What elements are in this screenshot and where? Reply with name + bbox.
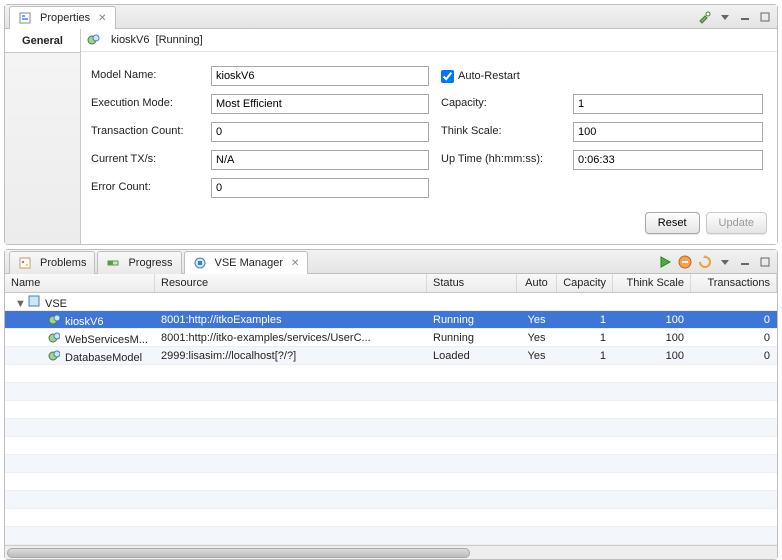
model-row-icon — [47, 330, 61, 344]
header-model-name: kioskV6 — [111, 34, 150, 46]
checkbox-auto-restart[interactable]: Auto-Restart — [441, 66, 561, 86]
reset-button[interactable]: Reset — [645, 212, 700, 234]
label-auto-restart: Auto-Restart — [458, 70, 520, 82]
minimize-icon-2[interactable] — [737, 254, 753, 270]
tab-progress[interactable]: Progress — [97, 251, 181, 274]
col-status[interactable]: Status — [427, 274, 517, 292]
model-icon — [87, 33, 101, 47]
label-current-tx: Current TX/s: — [91, 150, 199, 170]
tab-properties-close[interactable]: ✕ — [98, 13, 106, 24]
table-row-empty — [5, 455, 777, 473]
sidebar-tab-general-label: General — [22, 35, 63, 47]
properties-header: kioskV6 [Running] — [81, 29, 777, 52]
table-row[interactable]: DatabaseModel2999:lisasim://localhost[?/… — [5, 347, 777, 365]
problems-icon — [18, 256, 32, 270]
col-transactions[interactable]: Transactions — [691, 274, 777, 292]
model-row-icon — [47, 348, 61, 362]
properties-form: Model Name: Auto-Restart Execution Mode:… — [81, 52, 777, 202]
view-menu-icon-2[interactable] — [717, 254, 733, 270]
label-capacity: Capacity: — [441, 94, 561, 114]
table-row-empty — [5, 473, 777, 491]
col-resource[interactable]: Resource — [155, 274, 427, 292]
tab-vse-manager-label: VSE Manager — [215, 257, 283, 269]
minimize-icon[interactable] — [737, 9, 753, 25]
table-row-empty — [5, 527, 777, 545]
bottom-tabbar: Problems Progress VSE Manager ✕ — [5, 250, 777, 274]
tab-problems-label: Problems — [40, 257, 86, 269]
table-row-empty — [5, 401, 777, 419]
play-icon[interactable] — [657, 254, 673, 270]
pin-view-icon[interactable] — [697, 9, 713, 25]
vse-root-icon — [27, 294, 41, 308]
update-button: Update — [706, 212, 767, 234]
col-auto[interactable]: Auto — [517, 274, 557, 292]
table-row-empty — [5, 365, 777, 383]
label-error-count: Error Count: — [91, 178, 199, 198]
input-uptime[interactable] — [573, 150, 763, 170]
tab-problems[interactable]: Problems — [9, 251, 95, 274]
grid-body[interactable]: ▼VSEkioskV68001:http://itkoExamplesRunni… — [5, 293, 777, 545]
input-current-tx[interactable] — [211, 150, 429, 170]
header-model-state: [Running] — [156, 34, 203, 46]
horizontal-scrollbar[interactable] — [5, 545, 777, 559]
tab-vse-manager-close[interactable]: ✕ — [291, 258, 299, 269]
stop-icon[interactable] — [677, 254, 693, 270]
properties-button-row: Reset Update — [81, 202, 777, 244]
grid-header: Name Resource Status Auto Capacity Think… — [5, 274, 777, 293]
label-tx-count: Transaction Count: — [91, 122, 199, 142]
input-think-scale[interactable] — [573, 122, 763, 142]
table-row-empty — [5, 419, 777, 437]
maximize-icon-2[interactable] — [757, 254, 773, 270]
refresh-icon[interactable] — [697, 254, 713, 270]
checkbox-auto-restart-box[interactable] — [441, 70, 454, 83]
table-row-empty — [5, 509, 777, 527]
properties-sidebar: General — [5, 29, 81, 244]
vse-manager-icon — [193, 256, 207, 270]
label-uptime: Up Time (hh:mm:ss): — [441, 150, 561, 170]
sidebar-tab-general[interactable]: General — [5, 29, 80, 53]
input-capacity[interactable] — [573, 94, 763, 114]
input-model-name[interactable] — [211, 66, 429, 86]
table-row-empty — [5, 383, 777, 401]
model-row-icon — [47, 312, 61, 326]
label-model-name: Model Name: — [91, 66, 199, 86]
properties-tabbar: Properties ✕ — [5, 5, 777, 29]
input-error-count[interactable] — [211, 178, 429, 198]
view-menu-icon[interactable] — [717, 9, 733, 25]
label-think-scale: Think Scale: — [441, 122, 561, 142]
table-row-empty — [5, 491, 777, 509]
progress-icon — [106, 256, 120, 270]
tab-properties[interactable]: Properties ✕ — [9, 6, 116, 29]
input-exec-mode[interactable] — [211, 94, 429, 114]
tab-properties-label: Properties — [40, 12, 90, 24]
col-name[interactable]: Name — [5, 274, 155, 292]
maximize-icon[interactable] — [757, 9, 773, 25]
input-tx-count[interactable] — [211, 122, 429, 142]
label-exec-mode: Execution Mode: — [91, 94, 199, 114]
properties-icon — [18, 11, 32, 25]
scrollbar-thumb[interactable] — [7, 548, 470, 558]
tab-progress-label: Progress — [128, 257, 172, 269]
tab-vse-manager[interactable]: VSE Manager ✕ — [184, 251, 309, 274]
col-think-scale[interactable]: Think Scale — [613, 274, 691, 292]
table-row-empty — [5, 437, 777, 455]
col-capacity[interactable]: Capacity — [557, 274, 613, 292]
